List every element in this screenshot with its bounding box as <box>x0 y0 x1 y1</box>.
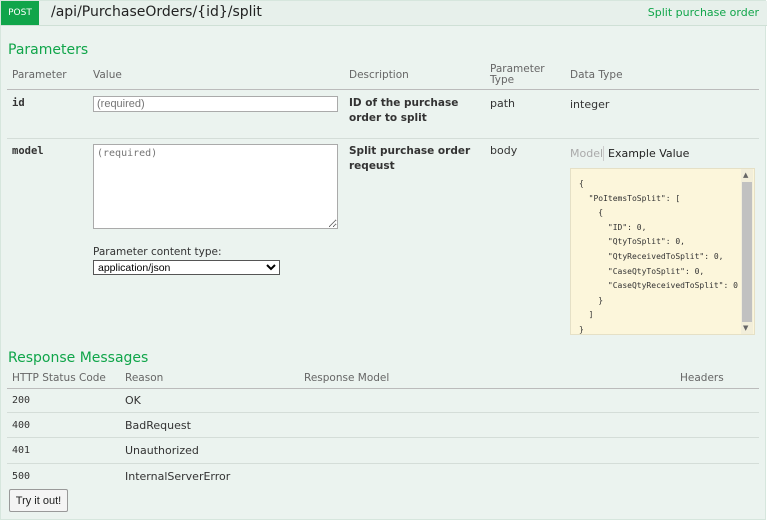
divider <box>7 89 759 90</box>
endpoint-summary[interactable]: Split purchase order <box>648 6 759 19</box>
divider <box>7 437 759 438</box>
col-response-model: Response Model <box>304 372 390 384</box>
content-type-select[interactable]: application/json <box>93 260 280 275</box>
operation-panel: POST /api/PurchaseOrders/{id}/split Spli… <box>0 0 767 520</box>
col-parameter: Parameter <box>12 69 67 81</box>
col-headers: Headers <box>680 372 724 384</box>
col-status-code: HTTP Status Code <box>12 372 106 384</box>
http-method-badge: POST <box>1 1 39 25</box>
col-data-type: Data Type <box>570 69 623 81</box>
param-name-id: id <box>12 97 25 109</box>
tab-model[interactable]: Model <box>570 147 603 160</box>
parameters-heading: Parameters <box>8 42 89 58</box>
status-code: 200 <box>12 395 31 406</box>
operation-header[interactable]: POST /api/PurchaseOrders/{id}/split Spli… <box>1 1 767 26</box>
divider <box>7 388 759 389</box>
param-description-id: ID of the purchase order to split <box>349 97 459 124</box>
col-value: Value <box>93 69 122 81</box>
reason: OK <box>125 394 141 407</box>
try-it-out-button[interactable]: Try it out! <box>9 489 68 512</box>
param-type-id: path <box>490 97 516 110</box>
example-value-box[interactable]: { "PoItemsToSplit": [ { "ID": 0, "QtyToS… <box>570 168 755 335</box>
col-reason: Reason <box>125 372 164 384</box>
col-description: Description <box>349 69 409 81</box>
divider <box>7 463 759 464</box>
model-textarea[interactable] <box>93 144 338 229</box>
scrollbar[interactable]: ▲ ▼ <box>741 169 753 334</box>
scroll-up-icon[interactable]: ▲ <box>743 171 748 179</box>
reason: Unauthorized <box>125 444 199 457</box>
param-type-model: body <box>490 144 518 157</box>
tab-example-value[interactable]: Example Value <box>608 147 689 160</box>
status-code: 401 <box>12 445 31 456</box>
divider <box>7 412 759 413</box>
status-code: 400 <box>12 420 31 431</box>
divider <box>7 138 759 139</box>
param-name-model: model <box>12 145 44 157</box>
responses-heading: Response Messages <box>8 350 149 366</box>
example-json: { "PoItemsToSplit": [ { "ID": 0, "QtyToS… <box>579 179 738 334</box>
param-datatype-id: integer <box>570 98 610 111</box>
id-input[interactable] <box>93 96 338 112</box>
status-code: 500 <box>12 471 31 482</box>
scroll-down-icon[interactable]: ▼ <box>743 324 748 332</box>
scrollbar-thumb[interactable] <box>742 182 752 322</box>
reason: BadRequest <box>125 419 191 432</box>
endpoint-path[interactable]: /api/PurchaseOrders/{id}/split <box>51 4 262 20</box>
col-parameter-type: Parameter Type <box>490 63 545 86</box>
param-description-model: Split purchase order reqeust <box>349 145 471 172</box>
reason: InternalServerError <box>125 470 231 483</box>
content-type-label: Parameter content type: <box>93 246 222 258</box>
tab-separator <box>603 146 604 161</box>
